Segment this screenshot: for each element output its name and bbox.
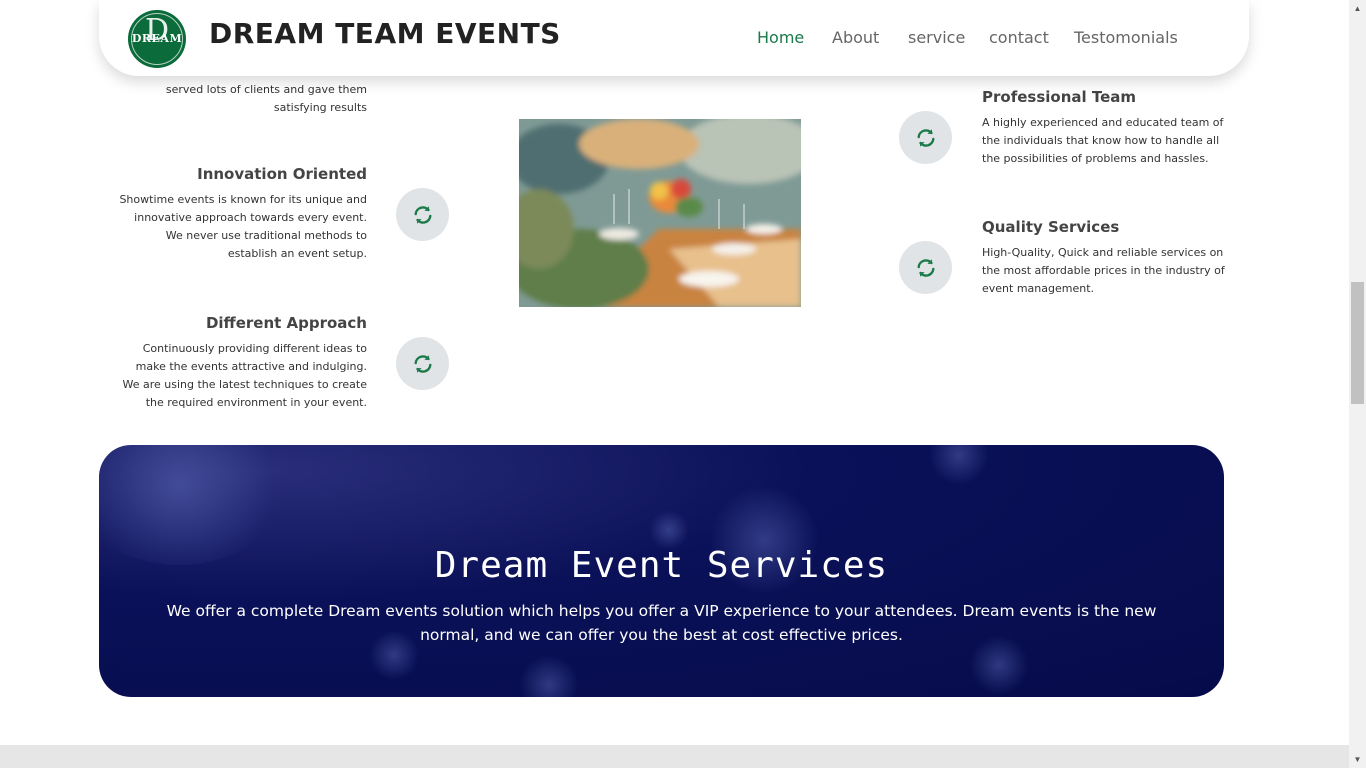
partial-feature-text: served lots of clients and gave them sat…	[165, 83, 367, 114]
scroll-up-arrow-icon[interactable]: ▲	[1349, 0, 1366, 17]
nav-link-about[interactable]: About	[832, 28, 879, 47]
feature-title: Professional Team	[982, 88, 1137, 106]
banner-title: Dream Event Services	[434, 545, 889, 586]
feature-description: High-Quality, Quick and reliable service…	[982, 246, 1225, 295]
refresh-icon	[396, 188, 449, 241]
nav-links: Home About service contact Testomonials	[99, 0, 1249, 76]
feature-professional-team: Professional Team A highly experienced a…	[982, 88, 1232, 168]
navbar: D DREAM DREAM TEAM EVENTS Home About ser…	[99, 0, 1249, 76]
event-table-photo	[519, 119, 801, 307]
refresh-icon	[899, 111, 952, 164]
feature-description: A highly experienced and educated team o…	[982, 116, 1224, 165]
refresh-icon	[899, 241, 952, 294]
feature-title: Innovation Oriented	[197, 165, 367, 183]
feature-different-approach: Different Approach Continuously providin…	[117, 314, 368, 412]
page-scrollbar[interactable]: ▲ ▼	[1349, 0, 1366, 768]
scroll-down-arrow-icon[interactable]: ▼	[1349, 751, 1366, 768]
feature-innovation-oriented: Innovation Oriented Showtime events is k…	[117, 165, 367, 263]
feature-description: Continuously providing different ideas t…	[122, 342, 368, 409]
feature-title: Different Approach	[205, 314, 367, 332]
feature-quality-services: Quality Services High-Quality, Quick and…	[982, 218, 1232, 298]
services-banner: Dream Event Services We offer a complete…	[99, 445, 1224, 697]
feature-description: Showtime events is known for its unique …	[119, 193, 367, 260]
nav-link-service[interactable]: service	[908, 28, 965, 47]
feature-title: Quality Services	[982, 218, 1120, 236]
refresh-icon	[396, 337, 449, 390]
nav-link-contact[interactable]: contact	[989, 28, 1049, 47]
banner-text: We offer a complete Dream events solutio…	[166, 602, 1157, 644]
nav-link-home[interactable]: Home	[757, 28, 804, 47]
nav-link-testimonials[interactable]: Testomonials	[1074, 28, 1178, 47]
scrollbar-thumb[interactable]	[1351, 282, 1364, 404]
footer-strip	[0, 745, 1349, 768]
